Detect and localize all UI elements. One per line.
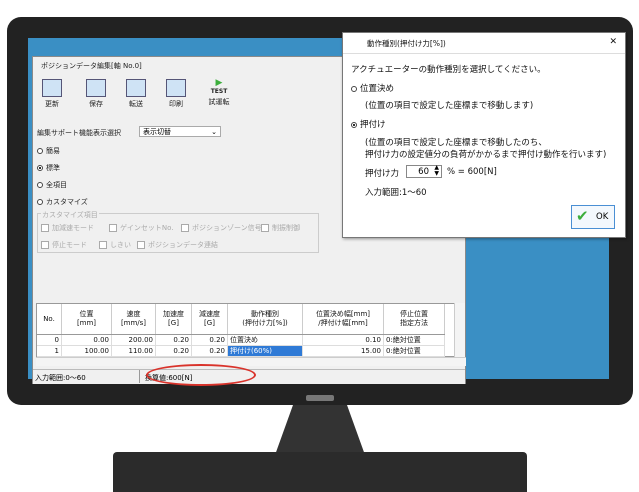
table-cell-selected[interactable]: 押付け(60%): [227, 345, 303, 357]
column-header: 減速度 [G]: [191, 304, 228, 335]
printer-icon: [166, 79, 186, 97]
table-cell[interactable]: 位置決め: [227, 334, 303, 346]
column-header: No.: [37, 304, 62, 335]
table-cell[interactable]: 100.00: [61, 345, 112, 357]
table-cell[interactable]: 0: [37, 334, 62, 346]
pushing-description-1: (位置の項目で設定した座標まで移動したのち、: [365, 138, 547, 148]
table-cell[interactable]: 15.00: [302, 345, 384, 357]
test-run-icon: ▶ TEST: [210, 78, 228, 96]
table-row[interactable]: 0 0.00 200.00 0.20 0.20 位置決め 0.10 0:絶対位置: [37, 334, 445, 346]
custom-checkbox[interactable]: 制振制御: [261, 223, 300, 233]
mode-radio-custom[interactable]: カスタマイズ: [37, 197, 88, 207]
power-indicator: [306, 395, 334, 401]
transfer-icon: [126, 79, 146, 97]
table-cell[interactable]: 0.20: [155, 334, 192, 346]
column-header: 動作種別 (押付け力[%]): [227, 304, 303, 335]
monitor-stand-base: [113, 452, 527, 492]
table-cell[interactable]: 0.20: [191, 345, 228, 357]
operation-type-dialog: 動作種別(押付け力[%]) ✕ アクチュエーターの動作種別を選択してください。 …: [342, 32, 626, 238]
table-cell[interactable]: 0:絶対位置: [383, 334, 445, 346]
status-range: 入力範囲:0〜60: [35, 374, 86, 382]
transfer-button[interactable]: 転送: [123, 79, 149, 113]
column-header: 位置決め幅[mm] /押付け幅[mm]: [302, 304, 384, 335]
table-horizontal-scrollbar[interactable]: [36, 357, 466, 366]
update-icon: [42, 79, 62, 97]
monitor-stand-neck: [275, 405, 365, 455]
table-cell[interactable]: 1: [37, 345, 62, 357]
pushing-description-2: 押付け力の設定値分の負荷がかかるまで押付け動作を行います): [365, 150, 607, 160]
column-header: 速度 [mm/s]: [111, 304, 156, 335]
table-cell[interactable]: 0.20: [155, 345, 192, 357]
custom-checkbox[interactable]: 停止モード: [41, 240, 87, 250]
mode-radio-standard[interactable]: 標準: [37, 163, 60, 173]
column-header: 位置 [mm]: [61, 304, 112, 335]
table-vertical-scrollbar[interactable]: [454, 303, 465, 357]
chevron-down-icon: ⌄: [211, 128, 217, 136]
test-run-button[interactable]: ▶ TEST 試運転: [203, 79, 235, 113]
mode-radio-simple[interactable]: 簡易: [37, 146, 60, 156]
custom-checkbox[interactable]: 加減速モード: [41, 223, 94, 233]
window-title: ポジションデータ編集[軸 No.0]: [41, 62, 142, 70]
table-cell[interactable]: 110.00: [111, 345, 156, 357]
force-result: % = 600[N]: [447, 167, 497, 177]
table-cell[interactable]: 0:絶対位置: [383, 345, 445, 357]
input-range: 入力範囲:1〜60: [365, 188, 427, 198]
spinner-arrows-icon[interactable]: ▲ ▼: [434, 165, 439, 177]
column-header: 加速度 [G]: [155, 304, 192, 335]
force-label: 押付け力: [365, 169, 400, 179]
custom-checkbox[interactable]: しきい: [99, 240, 131, 250]
custom-checkbox[interactable]: ポジションデータ連結: [137, 240, 218, 250]
table-cell[interactable]: 200.00: [111, 334, 156, 346]
dialog-prompt: アクチュエーターの動作種別を選択してください。: [351, 65, 546, 75]
force-spinner[interactable]: 60 ▲ ▼: [406, 165, 442, 178]
update-button[interactable]: 更新: [39, 79, 65, 113]
checkmark-icon: ✔: [576, 207, 589, 225]
custom-group-label: カスタマイズ項目: [41, 210, 99, 220]
position-table: No. 位置 [mm] 速度 [mm/s] 加速度 [G] 減速度 [G] 動作…: [36, 303, 460, 357]
support-select[interactable]: 表示切替 ⌄: [139, 126, 221, 137]
table-row[interactable]: 1 100.00 110.00 0.20 0.20 押付け(60%) 15.00…: [37, 345, 445, 357]
custom-checkbox[interactable]: ゲインセットNo.: [109, 223, 173, 233]
radio-pushing[interactable]: 押付け: [351, 118, 386, 130]
mode-radio-all[interactable]: 全項目: [37, 180, 67, 190]
support-label: 編集サポート機能表示選択: [37, 129, 121, 137]
close-icon[interactable]: ✕: [609, 37, 617, 47]
print-button[interactable]: 印刷: [163, 79, 189, 113]
positioning-description: (位置の項目で設定した座標まで移動します): [365, 101, 534, 111]
save-button[interactable]: 保存: [83, 79, 109, 113]
ok-button[interactable]: ✔ OK: [571, 205, 615, 229]
table-cell[interactable]: 0.10: [302, 334, 384, 346]
custom-checkbox[interactable]: ポジションゾーン信号: [181, 223, 262, 233]
highlight-ellipse: [146, 364, 256, 386]
table-cell[interactable]: 0.20: [191, 334, 228, 346]
radio-positioning[interactable]: 位置決め: [351, 82, 394, 94]
dialog-titlebar: 動作種別(押付け力[%]) ✕: [343, 33, 625, 54]
table-cell[interactable]: 0.00: [61, 334, 112, 346]
dialog-title: 動作種別(押付け力[%]): [367, 39, 446, 48]
column-header: 停止位置 指定方法: [383, 304, 445, 335]
save-icon: [86, 79, 106, 97]
